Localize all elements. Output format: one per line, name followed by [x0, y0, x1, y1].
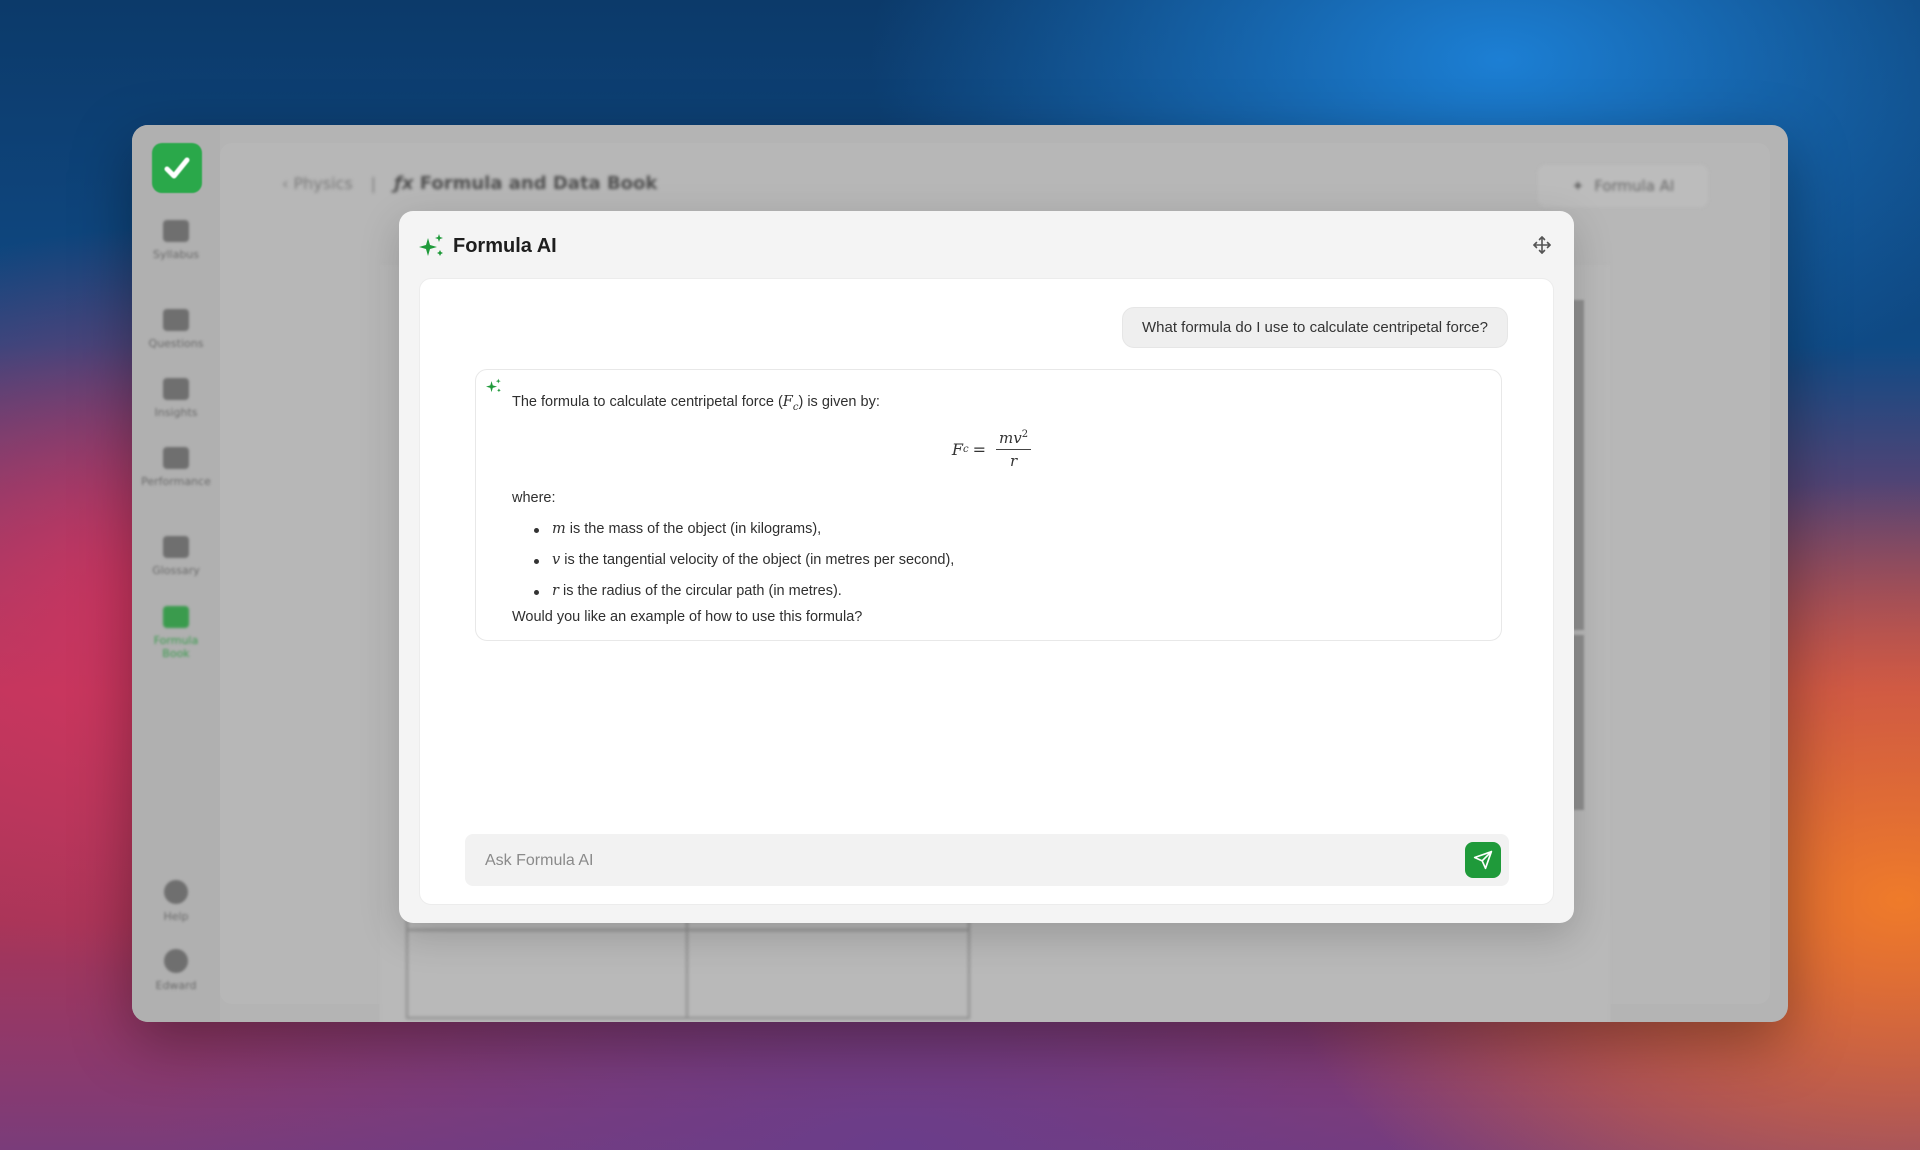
- formula-numerator: mv2: [996, 428, 1032, 450]
- sidebar-item-questions[interactable]: Questions: [132, 309, 220, 350]
- sidebar-item-insights[interactable]: Insights: [132, 378, 220, 419]
- list-item: v is the tangential velocity of the obje…: [534, 545, 1471, 576]
- formula-fraction: mv2 r: [996, 428, 1032, 470]
- ai-message: The formula to calculate centripetal for…: [475, 369, 1502, 641]
- user-icon: [164, 949, 188, 973]
- sidebar-item-profile[interactable]: Edward: [132, 949, 220, 992]
- math-symbol: m: [552, 521, 566, 537]
- chat-input-bar: [465, 834, 1509, 888]
- formula-exponent: 2: [1021, 428, 1029, 440]
- page-title-label: Formula and Data Book: [419, 173, 658, 194]
- table-divider: [686, 917, 688, 1017]
- sidebar-item-label: Glossary: [152, 564, 200, 577]
- formula-ai-header-button[interactable]: ✦ Formula AI: [1538, 165, 1708, 207]
- book-icon: [163, 220, 189, 242]
- ai-message-body: The formula to calculate centripetal for…: [512, 392, 1471, 627]
- user-message: What formula do I use to calculate centr…: [1121, 307, 1508, 348]
- document-table: [406, 915, 970, 1019]
- sidebar-item-formula-book[interactable]: Formula Book: [132, 606, 220, 660]
- list-item-text: is the mass of the object (in kilograms)…: [565, 521, 822, 537]
- questions-icon: [163, 309, 189, 331]
- sidebar-item-label: Questions: [148, 337, 204, 350]
- ai-intro: The formula to calculate centripetal for…: [512, 392, 1471, 413]
- formula-lhs-subscript: c: [963, 443, 969, 455]
- list-item: r is the radius of the circular path (in…: [534, 576, 1471, 607]
- sidebar: Syllabus Questions Insights Performance …: [132, 125, 220, 1022]
- sidebar-item-glossary[interactable]: Glossary: [132, 536, 220, 577]
- formula-numerator-text: mv: [999, 428, 1022, 447]
- table-divider: [408, 929, 968, 931]
- list-item-text: is the radius of the circular path (in m…: [558, 583, 842, 599]
- breadcrumb-back-link[interactable]: ‹ Physics: [282, 174, 353, 193]
- page-title: ƒx Formula and Data Book: [394, 173, 657, 194]
- list-item: m is the mass of the object (in kilogram…: [534, 514, 1471, 545]
- formula-equals: =: [972, 439, 987, 459]
- expand-arrows-icon: [1533, 236, 1551, 254]
- sidebar-item-label: Formula Book: [153, 634, 199, 660]
- trophy-icon: [163, 447, 189, 469]
- sidebar-item-help[interactable]: Help: [132, 880, 220, 923]
- help-icon: [164, 880, 188, 904]
- sidebar-item-label: Edward: [155, 979, 197, 992]
- app-logo[interactable]: [152, 143, 202, 193]
- modal-header: Formula AI: [419, 233, 557, 259]
- expand-button[interactable]: [1530, 233, 1554, 257]
- sidebar-item-label: Syllabus: [152, 248, 200, 261]
- formula-ai-modal: Formula AI What formula do I use to calc…: [399, 211, 1574, 923]
- ai-intro-text: ) is given by:: [798, 394, 880, 410]
- formula-lhs: F: [951, 439, 963, 459]
- fx-icon: ƒx: [394, 173, 414, 194]
- sidebar-item-label: Insights: [154, 406, 198, 419]
- checkmark-icon: [164, 157, 190, 179]
- bar-chart-icon: [163, 378, 189, 400]
- send-button[interactable]: [1465, 842, 1501, 878]
- breadcrumb: ‹ Physics | ƒx Formula and Data Book: [282, 173, 657, 194]
- list-item-text: is the tangential velocity of the object…: [560, 552, 955, 568]
- formula-ai-button-label: Formula AI: [1594, 177, 1675, 195]
- sidebar-item-syllabus[interactable]: Syllabus: [132, 220, 220, 261]
- ai-closing: Would you like an example of how to use …: [512, 609, 863, 625]
- ask-input[interactable]: [483, 834, 1447, 888]
- sparkle-icon: [486, 378, 501, 393]
- sparkle-icon: ✦: [1571, 177, 1585, 195]
- sidebar-item-label: Performance: [141, 475, 211, 488]
- breadcrumb-separator: |: [370, 174, 377, 193]
- variable-list: m is the mass of the object (in kilogram…: [512, 514, 1471, 607]
- ai-intro-text: The formula to calculate centripetal for…: [512, 394, 783, 410]
- fx-icon: [163, 606, 189, 628]
- sparkle-icon: [419, 234, 443, 256]
- glossary-icon: [163, 536, 189, 558]
- math-symbol: v: [552, 552, 561, 568]
- modal-title: Formula AI: [453, 234, 557, 257]
- math-symbol: F: [782, 394, 793, 410]
- sidebar-item-label: Help: [163, 910, 189, 923]
- centripetal-force-formula: Fc = mv2 r: [512, 418, 1471, 480]
- formula-denominator: r: [1009, 451, 1018, 470]
- ai-where-label: where:: [512, 490, 556, 506]
- send-icon: [1473, 850, 1493, 870]
- sidebar-item-performance[interactable]: Performance: [132, 447, 220, 488]
- breadcrumb-back-label: Physics: [293, 174, 353, 193]
- math-symbol: r: [552, 583, 559, 599]
- chat-panel: What formula do I use to calculate centr…: [419, 278, 1554, 905]
